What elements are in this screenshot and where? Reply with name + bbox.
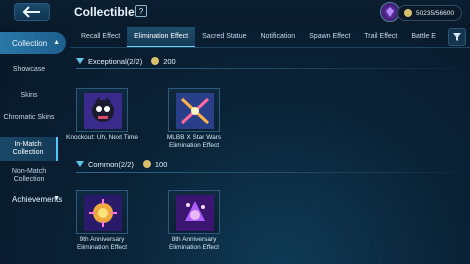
points-coin-icon [142, 160, 151, 168]
sidebar-item-chromatic-skins[interactable]: Chromatic Skins [0, 114, 58, 122]
info-icon[interactable]: ? [135, 5, 147, 17]
effect-card[interactable]: 8th Anniversary Elimination Effect [156, 190, 232, 254]
sidebar-item-showcase[interactable]: Showcase [0, 66, 58, 74]
tab-spawn-effect[interactable]: Spawn Effect [302, 27, 357, 47]
sidebar-collection-label: Collection [12, 38, 48, 48]
effect-label: 8th Anniversary Elimination Effect [168, 236, 220, 251]
tab-battle-emote[interactable]: Battle E [404, 27, 443, 47]
effect-frame [76, 88, 128, 132]
filter-icon [453, 33, 461, 41]
category-tabs: Recall Effect Elimination Effect Sacred … [74, 27, 446, 47]
back-button[interactable] [14, 3, 50, 21]
anniversary-9-effect-icon [84, 195, 122, 231]
back-arrow-icon [22, 6, 40, 18]
sidebar-item-non-match-collection[interactable]: Non-Match Collection [0, 168, 58, 184]
sidebar-collection[interactable]: Collection ▲ [0, 32, 66, 54]
sidebar-item-skins[interactable]: Skins [0, 92, 58, 100]
page-title: Collectible [74, 5, 135, 19]
sidebar-achievements[interactable]: Achievements ▼ [0, 188, 66, 210]
section-common-header: Common(2/2) 100 [76, 158, 167, 170]
tab-elimination-effect[interactable]: Elimination Effect [127, 27, 196, 47]
effect-frame [168, 88, 220, 132]
effect-card[interactable]: 9th Anniversary Elimination Effect [64, 190, 140, 254]
effect-label: MLBB X Star Wars Elimination Effect [166, 134, 222, 149]
currency-value: 50235/56600 [416, 9, 454, 17]
points-coin-icon [404, 9, 412, 17]
effect-frame [168, 190, 220, 234]
chevron-up-icon: ▲ [53, 39, 60, 46]
knockout-effect-icon [84, 93, 122, 129]
tab-sacred-statue[interactable]: Sacred Statue [195, 27, 253, 47]
section-points: 100 [154, 159, 168, 169]
section-exceptional-header: Exceptional(2/2) 200 [76, 55, 176, 67]
sidebar-item-in-match-collection[interactable]: In-Match Collection [0, 137, 58, 161]
chevron-down-icon: ▼ [53, 195, 60, 202]
filter-button[interactable] [448, 28, 466, 46]
effect-label: 9th Anniversary Elimination Effect [76, 236, 128, 251]
section-title: Exceptional(2/2) [88, 56, 143, 66]
tab-notification[interactable]: Notification [254, 27, 303, 47]
collapse-chevron-icon[interactable] [76, 161, 84, 167]
section-divider [76, 172, 456, 173]
effect-frame [76, 190, 128, 234]
section-divider [76, 68, 456, 69]
section-points: 200 [163, 56, 176, 66]
tab-recall-effect[interactable]: Recall Effect [74, 27, 127, 47]
tab-trail-effect[interactable]: Trail Effect [357, 27, 404, 47]
effect-label: Knockout: Uh, Next Time [66, 134, 138, 141]
anniversary-8-effect-icon [176, 195, 214, 231]
collapse-chevron-icon[interactable] [76, 58, 84, 64]
effect-card[interactable]: MLBB X Star Wars Elimination Effect [156, 88, 232, 152]
tab-divider [70, 47, 470, 48]
effect-card[interactable]: Knockout: Uh, Next Time [64, 88, 140, 152]
star-wars-effect-icon [176, 93, 214, 129]
collection-points-counter: 50235/56600 [397, 5, 462, 21]
section-title: Common(2/2) [88, 159, 134, 169]
points-coin-icon [151, 57, 160, 65]
